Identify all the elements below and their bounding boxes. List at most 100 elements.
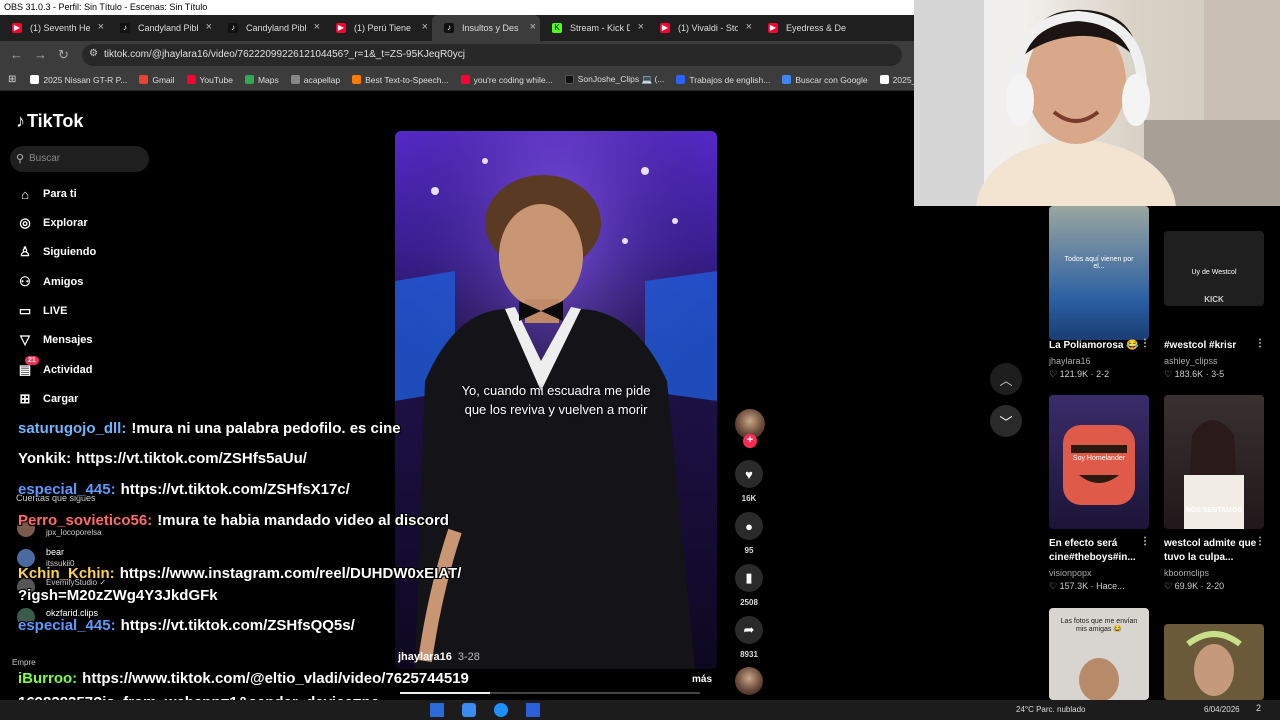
clock-date[interactable]: 6/04/2026 <box>1204 705 1240 714</box>
tiktok-icon <box>564 75 574 84</box>
bookmark-item[interactable]: acapellap <box>290 75 340 85</box>
close-icon[interactable]: × <box>530 21 536 33</box>
search-input[interactable]: ⚲ Buscar <box>10 146 149 172</box>
tab-favicon-icon: ▶ <box>12 23 22 33</box>
comment-button[interactable]: ● 95 <box>735 512 763 555</box>
sound-avatar[interactable] <box>735 667 763 695</box>
bookmark-item[interactable]: Buscar con Google <box>782 75 868 85</box>
weather-text[interactable]: 24°C Parc. nublado <box>1016 705 1085 714</box>
like-button[interactable]: ♥ 16K <box>735 460 763 503</box>
obs-window-title: OBS 31.0.3 - Perfil: Sin Título - Escena… <box>0 0 914 15</box>
related-video-user[interactable]: jhaylara16 <box>1049 356 1091 366</box>
nav-item-mensajes[interactable]: ▽ Mensajes <box>16 329 93 351</box>
related-video-thumbnail[interactable]: Las fotos que me envían mis amigas 😂 <box>1049 608 1149 700</box>
video-progress-bar[interactable] <box>400 692 700 694</box>
thumbnail-text: Uy de Westcol <box>1191 269 1237 276</box>
tab-label: (1) Vivaldi - Storm <box>678 23 738 33</box>
taskbar-app-icon[interactable] <box>494 703 508 717</box>
browser-tab[interactable]: ▶ (1) Perú Tiene su × <box>324 15 432 41</box>
browser-tab-active[interactable]: ♪ Insultos y Des × <box>432 15 540 41</box>
youtube-favicon-icon: ▶ <box>336 23 346 33</box>
bookmark-item[interactable]: Best Text-to-Speech... <box>352 75 449 85</box>
back-arrow-icon[interactable]: ← <box>10 47 23 62</box>
nav-item-explorar[interactable]: ◎ Explorar <box>16 212 87 234</box>
related-video-user[interactable]: ashley_clipss <box>1164 356 1218 366</box>
browser-tab[interactable]: K Stream - Kick Das × <box>540 15 648 41</box>
more-options-icon[interactable]: ⋮ <box>1140 536 1150 547</box>
previous-video-chevron-up-icon[interactable]: ︿ <box>990 363 1022 395</box>
chat-message: especial_445: https://vt.tiktok.com/ZSHfs… <box>18 481 350 498</box>
close-icon[interactable]: × <box>422 21 428 33</box>
bookmark-item[interactable]: Maps <box>244 74 279 85</box>
bookmark-item[interactable]: Trabajos de english... <box>676 75 770 85</box>
chat-text: ?igsh=M20zZWg4Y3JkdGFk <box>18 587 218 604</box>
nav-label: Siguiendo <box>43 246 97 258</box>
bookmark-item[interactable]: YouTube <box>186 75 233 85</box>
close-icon[interactable]: × <box>314 21 320 33</box>
related-video-thumbnail[interactable] <box>1164 624 1264 700</box>
forward-arrow-icon[interactable]: → <box>34 47 47 62</box>
browser-tab[interactable]: ▶ (1) Vivaldi - Storm × <box>648 15 756 41</box>
related-video-thumbnail[interactable]: NOS SENTAMOS <box>1164 395 1264 529</box>
taskbar-app-icon[interactable] <box>526 703 540 717</box>
browser-tab[interactable]: ▶ (1) Seventh Heav × <box>0 15 108 41</box>
bookmark-item[interactable]: Gmail <box>139 75 175 85</box>
nav-item-live[interactable]: ▭ LIVE <box>16 300 68 322</box>
video-author[interactable]: jhaylara16 3-28 <box>398 651 480 663</box>
related-video-thumbnail[interactable]: Uy de Westcol KICK <box>1164 231 1264 306</box>
notification-count[interactable]: 2 <box>1256 703 1261 713</box>
more-options-icon[interactable]: ⋮ <box>1140 338 1150 349</box>
close-icon[interactable]: × <box>98 21 104 33</box>
more-button[interactable]: más <box>692 674 712 685</box>
nav-item-cargar[interactable]: ⊞ Cargar <box>16 388 79 410</box>
related-video-thumbnail[interactable]: Todos aquí vienen por el... <box>1049 206 1149 340</box>
more-options-icon[interactable]: ⋮ <box>1255 338 1265 349</box>
nav-item-actividad[interactable]: ▤ 21 Actividad <box>16 356 93 381</box>
follow-plus-icon[interactable]: + <box>743 434 757 448</box>
bookmark-icon: ▮ <box>735 564 763 592</box>
video-player[interactable]: Yo, cuando mi escuadra me pide que los r… <box>395 131 717 669</box>
home-icon: ⌂ <box>21 186 29 202</box>
nav-item-amigos[interactable]: ⚇ Amigos <box>16 271 83 293</box>
related-video-user[interactable]: visionpopx <box>1049 568 1092 578</box>
bookmark-item[interactable]: you're coding while... <box>460 75 553 85</box>
tiktok-favicon-icon: ♪ <box>120 23 130 33</box>
thumbnail-text: NOS SENTAMOS <box>1185 507 1243 514</box>
like-count: 16K <box>741 494 757 503</box>
close-icon[interactable]: × <box>638 21 644 33</box>
kick-logo: KICK <box>1204 295 1224 304</box>
chat-text: https://www.instagram.com/reel/DUHDW0xEI… <box>119 565 462 582</box>
chat-username: Perro_sovietico56: <box>18 512 153 529</box>
more-options-icon[interactable]: ⋮ <box>1255 536 1265 547</box>
browser-tab[interactable]: ♪ Candyland Pibble × <box>108 15 216 41</box>
bookmark-label: Maps <box>257 74 279 85</box>
footer-link[interactable]: Empre <box>12 658 36 667</box>
share-button[interactable]: ➦ 8931 <box>735 616 763 659</box>
nav-item-para-ti[interactable]: ⌂ Para ti <box>16 183 77 205</box>
related-video-user[interactable]: kboomclips <box>1164 568 1209 578</box>
close-icon[interactable]: × <box>746 21 752 33</box>
next-video-chevron-down-icon[interactable]: ﹀ <box>990 405 1022 437</box>
bookmark-item[interactable]: 2025 Nissan GT-R P... <box>30 75 127 85</box>
site-info-icon[interactable]: ⚙ <box>89 48 98 59</box>
browser-tab[interactable]: ▶ Eyedress & Dent <box>756 15 864 41</box>
nav-item-siguiendo[interactable]: ♙ Siguiendo <box>16 241 96 263</box>
reload-icon[interactable]: ↻ <box>58 47 69 63</box>
bookmark-label: 2025 Nissan GT-R P... <box>43 74 128 85</box>
browser-tab[interactable]: ♪ Candyland Pibble × <box>216 15 324 41</box>
taskbar-app-icon[interactable] <box>430 703 444 717</box>
tiktok-logo[interactable]: ♪ TikTok <box>16 111 83 132</box>
tiktok-favicon-icon: ♪ <box>444 23 454 33</box>
close-icon[interactable]: × <box>206 21 212 33</box>
related-video-thumbnail[interactable]: Soy Homelander <box>1049 395 1149 529</box>
chat-username: especial_445: <box>18 617 116 634</box>
bookmark-item[interactable]: SonJoshe_Clips 💻 (... <box>564 74 664 85</box>
save-button[interactable]: ▮ 2508 <box>735 564 763 607</box>
taskbar-app-icon[interactable] <box>462 703 476 717</box>
bookmark-favicon-icon <box>352 75 362 84</box>
chat-username: Yonkik: <box>18 450 72 467</box>
apps-grid-icon[interactable]: ⊞ <box>8 74 16 85</box>
url-field[interactable]: ⚙ tiktok.com/@jhaylara16/video/762220992… <box>82 44 902 66</box>
browser-tab-strip: ▶ (1) Seventh Heav × ♪ Candyland Pibble … <box>0 15 914 41</box>
friends-icon: ⚇ <box>19 274 31 289</box>
